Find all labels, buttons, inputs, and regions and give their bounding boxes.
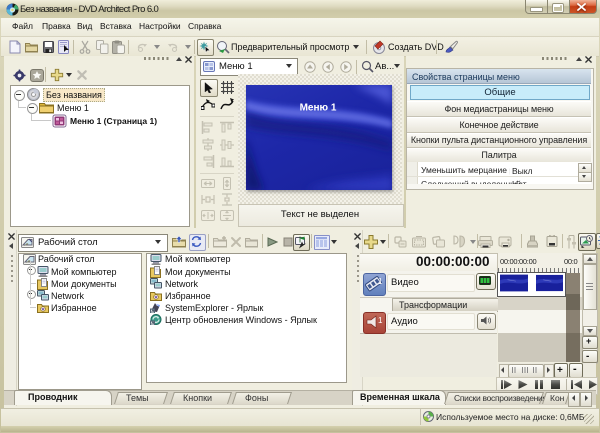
- svg-text:Меню 1: Меню 1: [300, 103, 337, 114]
